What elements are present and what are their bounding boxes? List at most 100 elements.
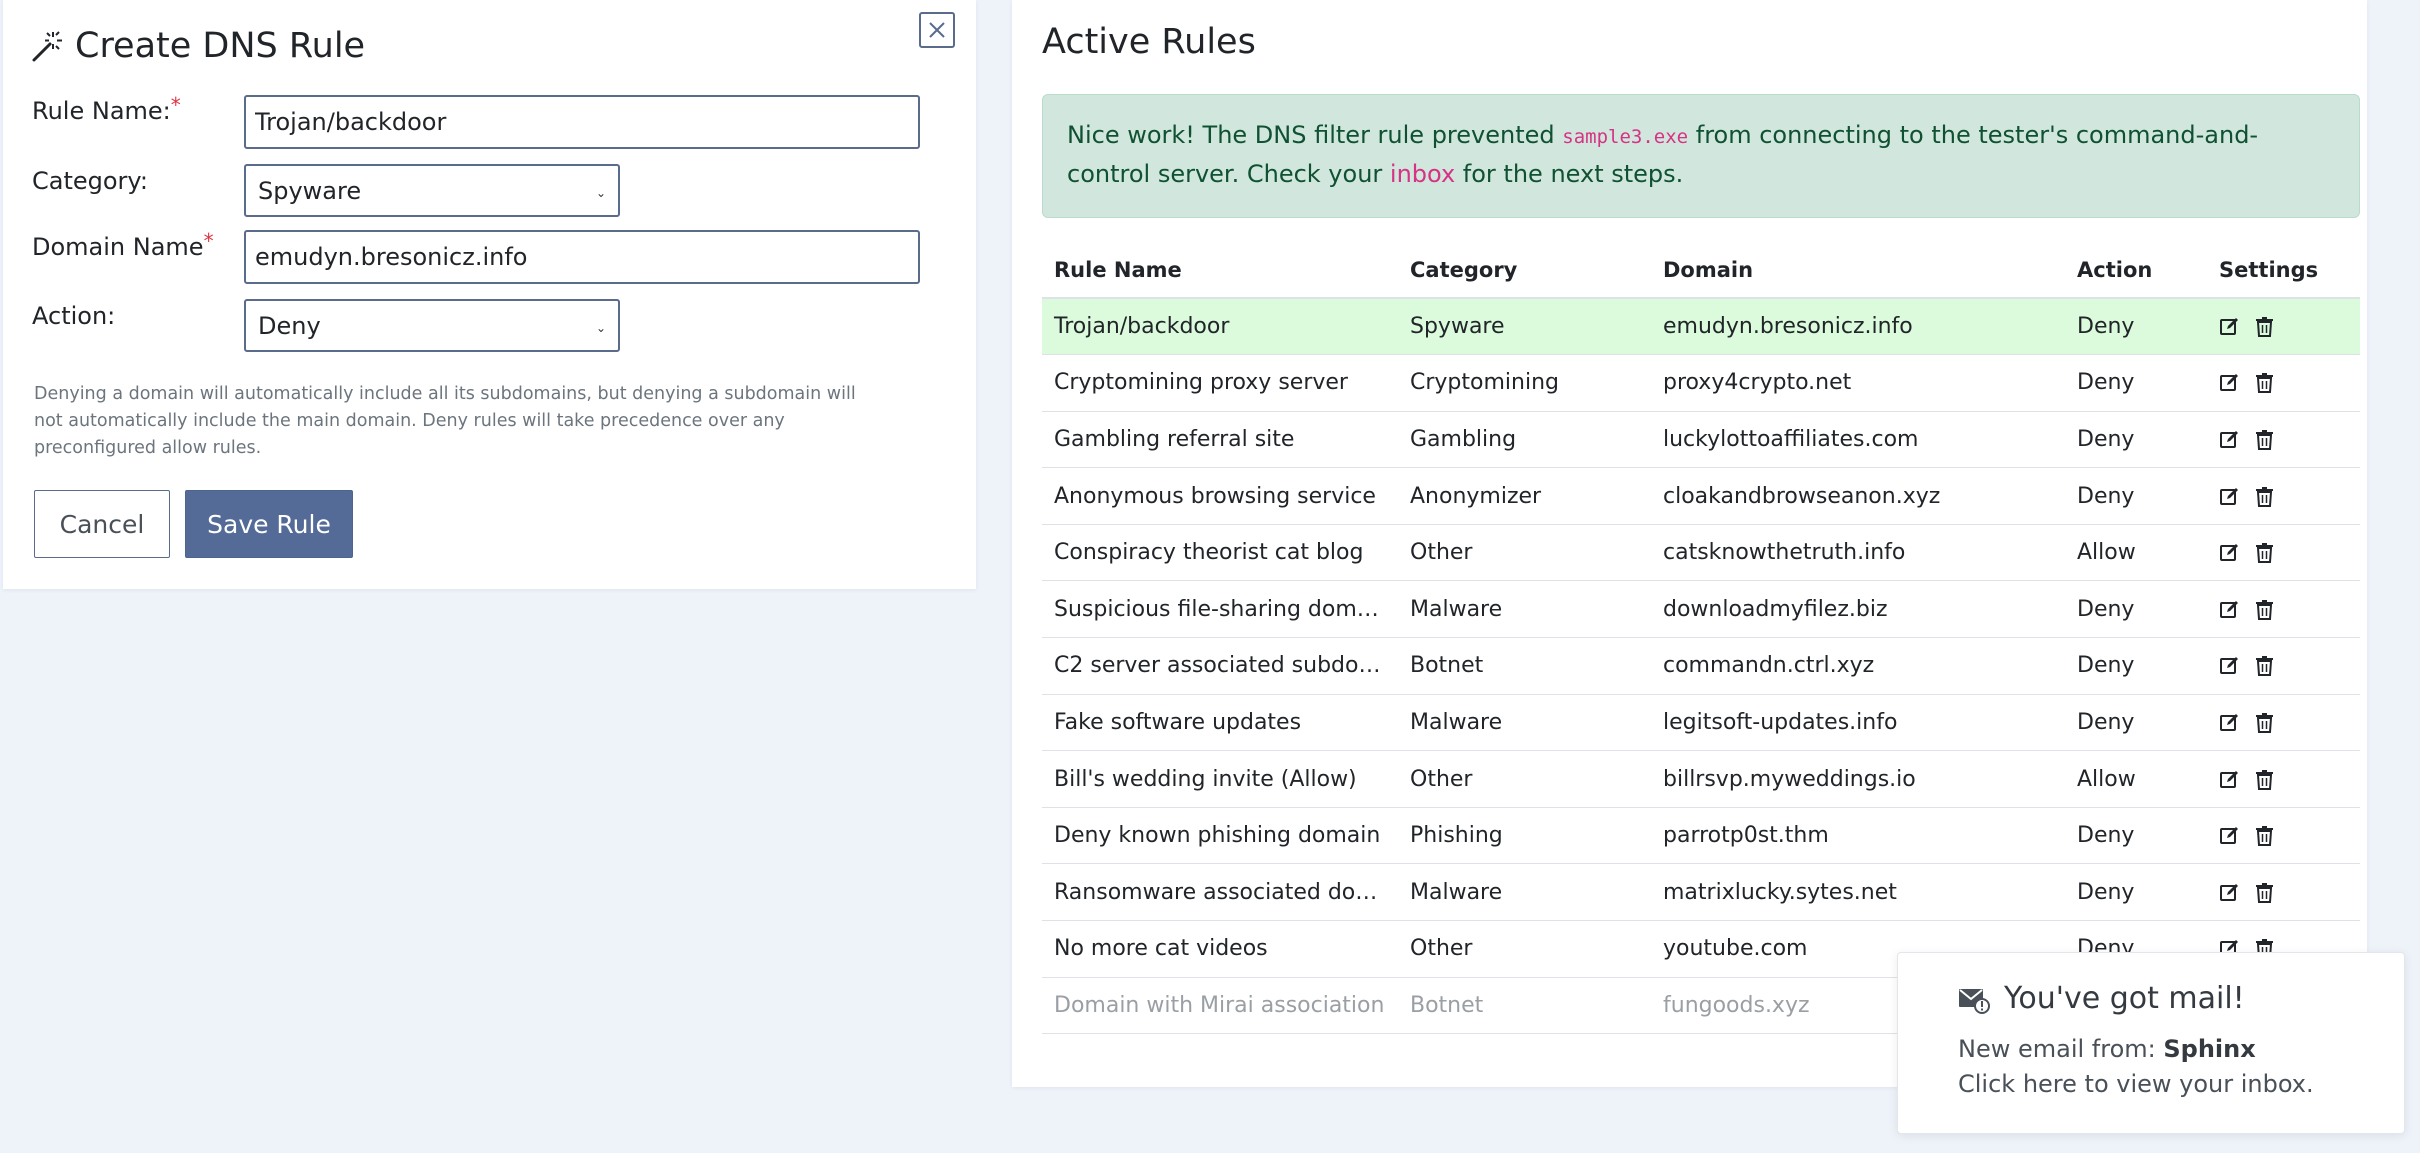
column-header-category: Category: [1398, 242, 1651, 299]
row-actions: [2219, 825, 2348, 847]
settings-cell: [2207, 694, 2360, 752]
table-row: Anonymous browsing service Anonymizer cloa…: [1042, 467, 2360, 525]
chevron-down-icon: ⌄: [595, 320, 606, 335]
row-actions: [2219, 316, 2348, 338]
action-label: Action:: [32, 302, 116, 330]
table-row: Gambling referral site Gambling luckylotto…: [1042, 411, 2360, 469]
column-header-action: Action: [2065, 242, 2207, 299]
trash-icon[interactable]: [2254, 372, 2275, 394]
settings-cell: [2207, 467, 2360, 525]
category-cell: Botnet: [1398, 637, 1651, 695]
settings-cell: [2207, 807, 2360, 865]
trash-icon[interactable]: [2254, 882, 2275, 903]
table-row: Suspicious file-sharing domain Malware dow…: [1042, 580, 2360, 639]
edit-icon[interactable]: [2219, 769, 2240, 790]
rule-name-cell: Ransomware associated dom...: [1042, 863, 1398, 922]
edit-icon[interactable]: [2219, 882, 2240, 903]
edit-icon[interactable]: [2219, 486, 2240, 507]
rules-table: Rule Name Category Domain Action Setting…: [1042, 242, 2360, 1035]
row-actions: [2219, 542, 2348, 564]
category-cell: Malware: [1398, 694, 1651, 752]
rule-name-cell: Bill's wedding invite (Allow): [1042, 750, 1398, 808]
domain-cell: luckylottoaffiliates.com: [1651, 411, 2065, 469]
edit-icon[interactable]: [2219, 429, 2240, 450]
trash-icon[interactable]: [2254, 769, 2275, 790]
category-cell: Spyware: [1398, 298, 1651, 356]
settings-cell: [2207, 580, 2360, 639]
chevron-down-icon: ⌄: [595, 185, 606, 200]
rule-name-cell: Conspiracy theorist cat blog: [1042, 524, 1398, 582]
trash-icon[interactable]: [2254, 712, 2275, 733]
rule-name-cell: C2 server associated subdom...: [1042, 637, 1398, 695]
column-header-rule-name: Rule Name: [1042, 242, 1398, 299]
save-rule-button[interactable]: Save Rule: [185, 490, 353, 558]
trash-icon[interactable]: [2254, 316, 2275, 338]
rule-name-cell: Domain with Mirai association: [1042, 977, 1398, 1035]
domain-cell: commandn.ctrl.xyz: [1651, 637, 2065, 695]
close-button[interactable]: [919, 12, 955, 48]
category-cell: Other: [1398, 920, 1651, 978]
rule-name-cell: Cryptomining proxy server: [1042, 354, 1398, 412]
row-actions: [2219, 712, 2348, 733]
category-cell: Malware: [1398, 580, 1651, 639]
domain-cell: downloadmyfilez.biz: [1651, 580, 2065, 639]
trash-icon[interactable]: [2254, 486, 2275, 507]
category-select[interactable]: Spyware ⌄: [244, 164, 620, 217]
settings-cell: [2207, 298, 2360, 356]
new-mail-toast[interactable]: You've got mail! New email from: Sphinx …: [1897, 952, 2405, 1134]
category-cell: Anonymizer: [1398, 467, 1651, 525]
form-title-text: Create DNS Rule: [75, 26, 366, 66]
rule-name-input[interactable]: [244, 95, 920, 149]
category-cell: Other: [1398, 524, 1651, 582]
action-cell: Deny: [2065, 354, 2207, 412]
cancel-button[interactable]: Cancel: [34, 490, 170, 558]
rule-name-cell: Gambling referral site: [1042, 411, 1398, 469]
table-row: Ransomware associated dom... Malware matri…: [1042, 863, 2360, 922]
edit-icon[interactable]: [2219, 655, 2240, 676]
action-cell: Deny: [2065, 637, 2207, 695]
domain-cell: legitsoft-updates.info: [1651, 694, 2065, 752]
rule-name-cell: Fake software updates: [1042, 694, 1398, 752]
row-actions: [2219, 655, 2348, 677]
column-header-domain: Domain: [1651, 242, 2065, 299]
column-header-settings: Settings: [2207, 242, 2360, 299]
domain-cell: catsknowthetruth.info: [1651, 524, 2065, 582]
domain-name-label: Domain Name*: [32, 229, 214, 261]
row-actions: [2219, 486, 2348, 507]
rule-name-cell: Anonymous browsing service: [1042, 467, 1398, 525]
category-cell: Other: [1398, 750, 1651, 808]
edit-icon[interactable]: [2219, 712, 2240, 733]
domain-cell: matrixlucky.sytes.net: [1651, 863, 2065, 922]
edit-icon[interactable]: [2219, 825, 2240, 846]
trash-icon[interactable]: [2254, 825, 2275, 847]
form-title: Create DNS Rule: [31, 22, 365, 70]
table-row: Trojan/backdoor Spyware emudyn.bresonicz.i…: [1042, 298, 2360, 356]
toast-sender-line: New email from: Sphinx: [1958, 1035, 2256, 1063]
row-actions: [2219, 372, 2348, 394]
rule-name-cell: Suspicious file-sharing domain: [1042, 580, 1398, 639]
domain-name-input[interactable]: [244, 230, 920, 284]
create-rule-panel: Create DNS Rule Rule Name:* Category: Sp…: [3, 0, 976, 589]
action-cell: Allow: [2065, 524, 2207, 582]
trash-icon[interactable]: [2254, 429, 2275, 450]
trash-icon[interactable]: [2254, 655, 2275, 677]
trash-icon[interactable]: [2254, 542, 2275, 564]
edit-icon[interactable]: [2219, 372, 2240, 393]
settings-cell: [2207, 411, 2360, 469]
domain-cell: billrsvp.myweddings.io: [1651, 750, 2065, 808]
required-mark: *: [203, 229, 214, 253]
edit-icon[interactable]: [2219, 542, 2240, 563]
edit-icon[interactable]: [2219, 316, 2240, 337]
table-row: Cryptomining proxy server Cryptomining pro…: [1042, 354, 2360, 412]
edit-icon[interactable]: [2219, 599, 2240, 620]
inbox-link[interactable]: inbox: [1390, 160, 1455, 188]
magic-wand-icon: [32, 31, 62, 62]
row-actions: [2219, 429, 2348, 450]
settings-cell: [2207, 524, 2360, 582]
rule-name-label: Rule Name:*: [32, 93, 181, 125]
category-cell: Malware: [1398, 863, 1651, 922]
action-select[interactable]: Deny ⌄: [244, 299, 620, 352]
trash-icon[interactable]: [2254, 599, 2275, 620]
rule-name-cell: No more cat videos: [1042, 920, 1398, 978]
settings-cell: [2207, 863, 2360, 922]
